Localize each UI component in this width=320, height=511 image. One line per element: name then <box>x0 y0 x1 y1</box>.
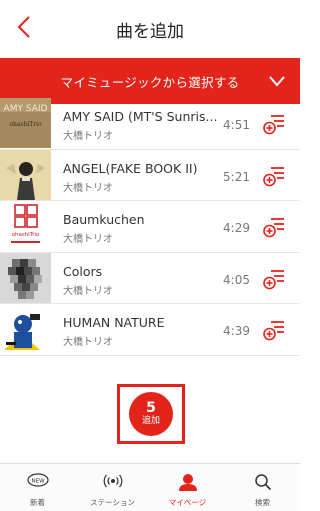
track-artist: 大橋トリオ <box>63 131 113 142</box>
header: 曲を追加 <box>0 0 300 58</box>
track-title: Colors <box>63 263 103 279</box>
track-artist: 大橋トリオ <box>63 337 113 348</box>
tab-new[interactable]: NEW 新着 <box>0 464 75 511</box>
track-duration: 4:05 <box>223 272 250 287</box>
track-row[interactable]: ohashiTrio Baumkuchen 大橋トリオ 4:29 <box>0 201 300 253</box>
album-cover <box>0 252 51 303</box>
track-artist: 大橋トリオ <box>63 234 113 245</box>
new-badge-text: NEW <box>31 479 45 485</box>
add-button-label: 追加 <box>141 416 160 426</box>
track-duration: 4:29 <box>223 221 250 235</box>
new-badge-icon: NEW <box>26 473 49 487</box>
album-cover <box>0 149 51 200</box>
add-to-playlist-icon[interactable] <box>262 318 286 342</box>
cover-text: ohashiTrio <box>12 232 40 238</box>
select-from-my-music-label: マイミュージックから選択する <box>60 74 240 90</box>
album-cover: AMY SAID ohashiTrio <box>0 98 51 148</box>
add-to-playlist-icon[interactable] <box>262 112 286 136</box>
tab-mypage[interactable]: マイページ <box>150 464 225 511</box>
tab-station[interactable]: ステーション <box>75 464 150 511</box>
chevron-down-icon <box>269 76 285 87</box>
track-title: AMY SAID (MT'S Sunris... <box>63 109 218 124</box>
track-title: ANGEL(FAKE BOOK II) <box>63 160 198 176</box>
add-selected-button[interactable]: 5 追加 <box>129 392 173 436</box>
add-to-playlist-icon[interactable] <box>262 267 286 291</box>
track-artist: 大橋トリオ <box>63 285 113 297</box>
tab-bar: NEW 新着 ステーション マイページ 検索 <box>0 463 300 511</box>
person-icon <box>178 474 197 491</box>
tab-label: 検索 <box>255 498 270 507</box>
track-list: AMY SAID ohashiTrio AMY SAID (MT'S Sunri… <box>0 98 300 356</box>
track-duration: 4:51 <box>223 118 250 132</box>
add-to-playlist-icon[interactable] <box>262 164 286 188</box>
add-to-playlist-icon[interactable] <box>262 215 286 239</box>
track-row[interactable]: AMY SAID ohashiTrio AMY SAID (MT'S Sunri… <box>0 98 300 150</box>
album-cover: ohashiTrio <box>0 201 51 251</box>
track-artist: 大橋トリオ <box>63 182 113 194</box>
selected-count: 5 <box>146 400 156 416</box>
track-row[interactable]: ANGEL(FAKE BOOK II) 大橋トリオ 5:21 <box>0 149 300 201</box>
track-row[interactable]: Colors 大橋トリオ 4:05 <box>0 252 300 304</box>
cover-text: ohashiTrio <box>9 121 42 128</box>
album-cover <box>0 304 51 354</box>
page-title: 曲を追加 <box>116 22 184 42</box>
radio-waves-icon <box>103 474 122 488</box>
search-icon <box>254 474 271 491</box>
cover-text: AMY SAID <box>4 104 48 114</box>
tab-label: マイページ <box>168 498 207 507</box>
track-duration: 5:21 <box>223 169 250 184</box>
tab-label: 新着 <box>30 498 45 507</box>
tab-label: ステーション <box>90 498 135 507</box>
track-title: Baumkuchen <box>63 212 145 227</box>
track-title: HUMAN NATURE <box>63 315 165 330</box>
track-duration: 4:39 <box>223 324 250 338</box>
track-row[interactable]: HUMAN NATURE 大橋トリオ 4:39 <box>0 304 300 356</box>
add-button-highlight: 5 追加 <box>117 384 185 444</box>
tab-search[interactable]: 検索 <box>225 464 300 511</box>
